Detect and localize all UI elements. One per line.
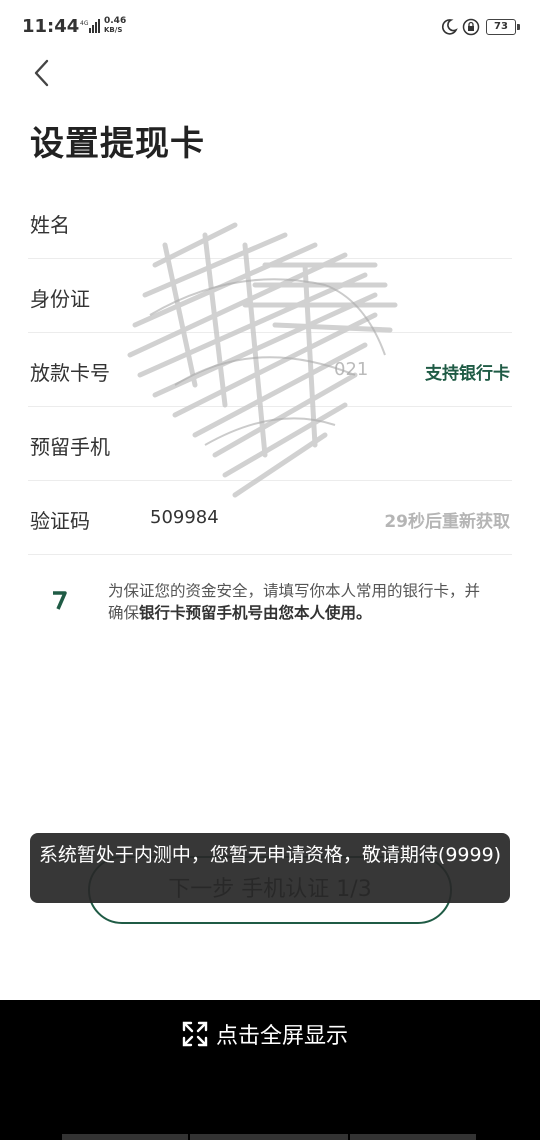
code-row[interactable]: 验证码 509984 29秒后重新获取	[28, 481, 512, 555]
status-time: 11:44	[22, 16, 80, 37]
card-number-row[interactable]: 放款卡号 021 支持银行卡	[28, 333, 512, 407]
page-title: 设置提现卡	[30, 124, 205, 164]
nav-indicator-right	[350, 1134, 476, 1140]
security-notice-bold: 银行卡预留手机号由您本人使用。	[139, 604, 372, 622]
signal-icon: 4G	[80, 19, 100, 33]
battery-indicator: 73	[486, 19, 520, 35]
rotation-lock-icon	[462, 18, 480, 36]
id-card-row[interactable]: 身份证	[28, 259, 512, 333]
network-speed: 0.46 KB/S	[104, 17, 126, 35]
code-label: 验证码	[30, 509, 90, 533]
name-label: 姓名	[30, 213, 70, 237]
card-number-field[interactable]: 021	[334, 359, 368, 380]
back-chevron-icon[interactable]	[26, 56, 60, 90]
code-field[interactable]: 509984	[150, 507, 219, 528]
id-card-label: 身份证	[30, 287, 90, 311]
nav-indicator-center	[190, 1134, 348, 1140]
phone-label: 预留手机	[30, 435, 110, 459]
moon-icon	[441, 19, 458, 35]
security-notice: 为保证您的资金安全，请填写你本人常用的银行卡，并确保银行卡预留手机号由您本人使用…	[108, 580, 488, 624]
resend-code-button[interactable]: 29秒后重新获取	[384, 507, 510, 532]
network-speed-unit: KB/S	[104, 26, 123, 34]
digit-seven-icon	[53, 591, 67, 610]
phone-row[interactable]: 预留手机	[28, 407, 512, 481]
supported-banks-link[interactable]: 支持银行卡	[425, 359, 510, 384]
svg-text:4G: 4G	[80, 20, 89, 27]
toast-message: 系统暂处于内测中，您暂无申请资格，敬请期待(9999)	[30, 833, 510, 903]
name-row[interactable]: 姓名	[28, 185, 512, 259]
fullscreen-icon[interactable]	[182, 1021, 208, 1047]
status-bar: 11:44 4G 0.46 KB/S 73	[0, 0, 540, 56]
network-speed-value: 0.46	[104, 16, 127, 26]
card-number-label: 放款卡号	[30, 361, 110, 385]
fullscreen-button[interactable]: 点击全屏显示	[216, 1018, 348, 1050]
nav-indicator-left	[62, 1134, 188, 1140]
